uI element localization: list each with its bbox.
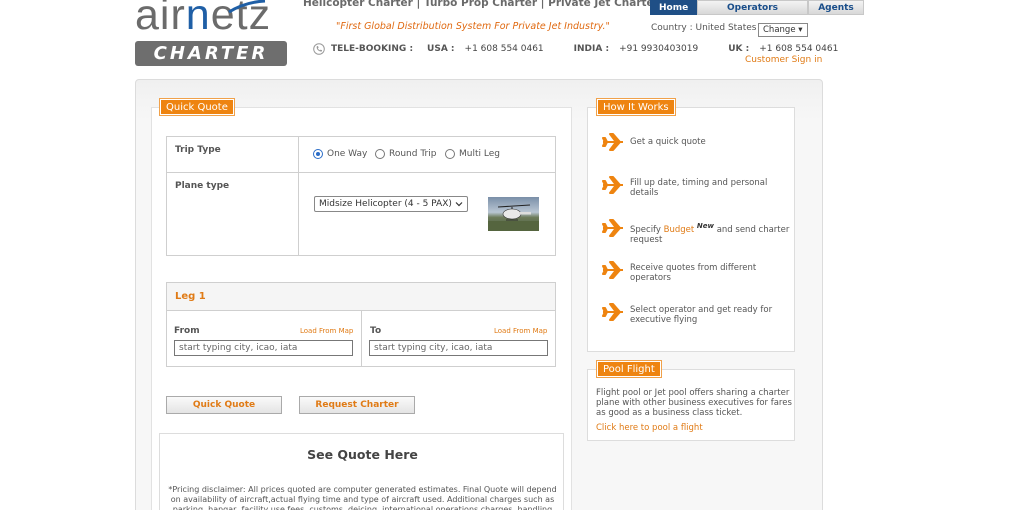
step-get-quote: Get a quick quote	[602, 132, 792, 152]
radio-one-way[interactable]	[313, 149, 323, 159]
quick-quote-tab: Quick Quote	[159, 98, 235, 116]
see-quote-title: See Quote Here	[307, 447, 418, 462]
airplane-icon	[602, 133, 623, 151]
plane-type-select[interactable]: Midsize Helicopter (4 - 5 PAX)	[314, 196, 468, 212]
step-receive-quotes: Receive quotes from different operators	[602, 260, 792, 283]
plane-type-value: Midsize Helicopter (4 - 5 PAX)	[319, 199, 452, 209]
step-text: Receive quotes from different operators	[630, 263, 757, 283]
to-label: To	[370, 326, 382, 336]
pool-flight-description: Flight pool or Jet pool offers sharing a…	[596, 388, 792, 418]
airplane-icon	[602, 219, 623, 237]
quick-quote-button[interactable]: Quick Quote	[166, 396, 282, 414]
tele-region-india: INDIA :	[573, 44, 610, 54]
budget-link[interactable]: Budget	[664, 225, 695, 235]
from-label: From	[174, 326, 200, 336]
top-nav: Home Operators Agents	[650, 0, 864, 15]
country-label: Country : United States	[651, 23, 757, 33]
step-specify-budget: Specify Budget New and send charter requ…	[602, 218, 792, 245]
logo-swoosh-icon	[228, 0, 266, 14]
step-text: Fill up date, timing and personal detail…	[630, 178, 768, 198]
airplane-icon	[602, 261, 623, 279]
radio-round-trip-label: Round Trip	[389, 149, 437, 159]
plane-type-label: Plane type	[175, 181, 230, 191]
nav-agents[interactable]: Agents	[808, 0, 864, 15]
trip-option-one-way[interactable]: One Way	[313, 149, 367, 159]
customer-signin-link[interactable]: Customer Sign in	[745, 55, 822, 65]
telebooking-label: TELE-BOOKING :	[331, 44, 414, 54]
site-logo[interactable]: airnetz CHARTER	[135, 0, 287, 66]
airplane-icon	[602, 303, 623, 321]
logo-charter-badge: CHARTER	[135, 41, 287, 66]
to-load-map-link[interactable]: Load From Map	[494, 327, 547, 335]
slogan: "First Global Distribution System For Pr…	[336, 21, 610, 32]
radio-multi-leg-label: Multi Leg	[459, 149, 500, 159]
new-badge: New	[696, 222, 714, 230]
step-text: Specify Budget New and send charter requ…	[630, 222, 790, 245]
helicopter-icon	[488, 204, 539, 231]
pricing-disclaimer: *Pricing disclaimer: All prices quoted a…	[168, 485, 557, 510]
request-charter-button[interactable]: Request Charter	[299, 396, 415, 414]
trip-option-multi-leg[interactable]: Multi Leg	[445, 149, 500, 159]
tele-number-india: +91 9930403019	[619, 44, 699, 54]
step-text: Select operator and get ready for execut…	[630, 305, 773, 325]
airplane-icon	[602, 176, 623, 194]
tele-region-uk: UK :	[728, 44, 750, 54]
aircraft-thumbnail	[488, 197, 539, 231]
step-fill-details: Fill up date, timing and personal detail…	[602, 175, 792, 198]
nav-operators[interactable]: Operators	[697, 0, 808, 15]
radio-round-trip[interactable]	[375, 149, 385, 159]
to-input[interactable]: start typing city, icao, iata	[369, 340, 548, 356]
tele-number-uk: +1 608 554 0461	[759, 44, 839, 54]
leg-title: Leg 1	[175, 291, 206, 302]
step-select-operator: Select operator and get ready for execut…	[602, 302, 792, 325]
pool-flight-tab: Pool Flight	[596, 360, 662, 378]
from-input[interactable]: start typing city, icao, iata	[174, 340, 353, 356]
change-country-button[interactable]: Change ▾	[758, 23, 808, 37]
radio-multi-leg[interactable]	[445, 149, 455, 159]
trip-option-round-trip[interactable]: Round Trip	[375, 149, 436, 159]
tele-number-usa: +1 608 554 0461	[464, 44, 544, 54]
from-load-map-link[interactable]: Load From Map	[300, 327, 353, 335]
see-quote-box: See Quote Here *Pricing disclaimer: All …	[159, 433, 564, 510]
nav-home[interactable]: Home	[650, 0, 697, 15]
how-it-works-tab: How It Works	[596, 98, 676, 116]
step-text: Get a quick quote	[630, 137, 706, 147]
trip-type-label: Trip Type	[175, 145, 221, 155]
tele-region-usa: USA :	[427, 44, 455, 54]
pool-flight-link[interactable]: Click here to pool a flight	[596, 423, 703, 433]
tagline: Helicopter Charter | Turbo Prop Charter …	[303, 0, 659, 9]
radio-one-way-label: One Way	[327, 149, 368, 159]
chevron-down-icon	[455, 202, 463, 207]
telebooking-bar: TELE-BOOKING : USA : +1 608 554 0461 IND…	[313, 43, 838, 55]
phone-icon	[313, 43, 325, 55]
